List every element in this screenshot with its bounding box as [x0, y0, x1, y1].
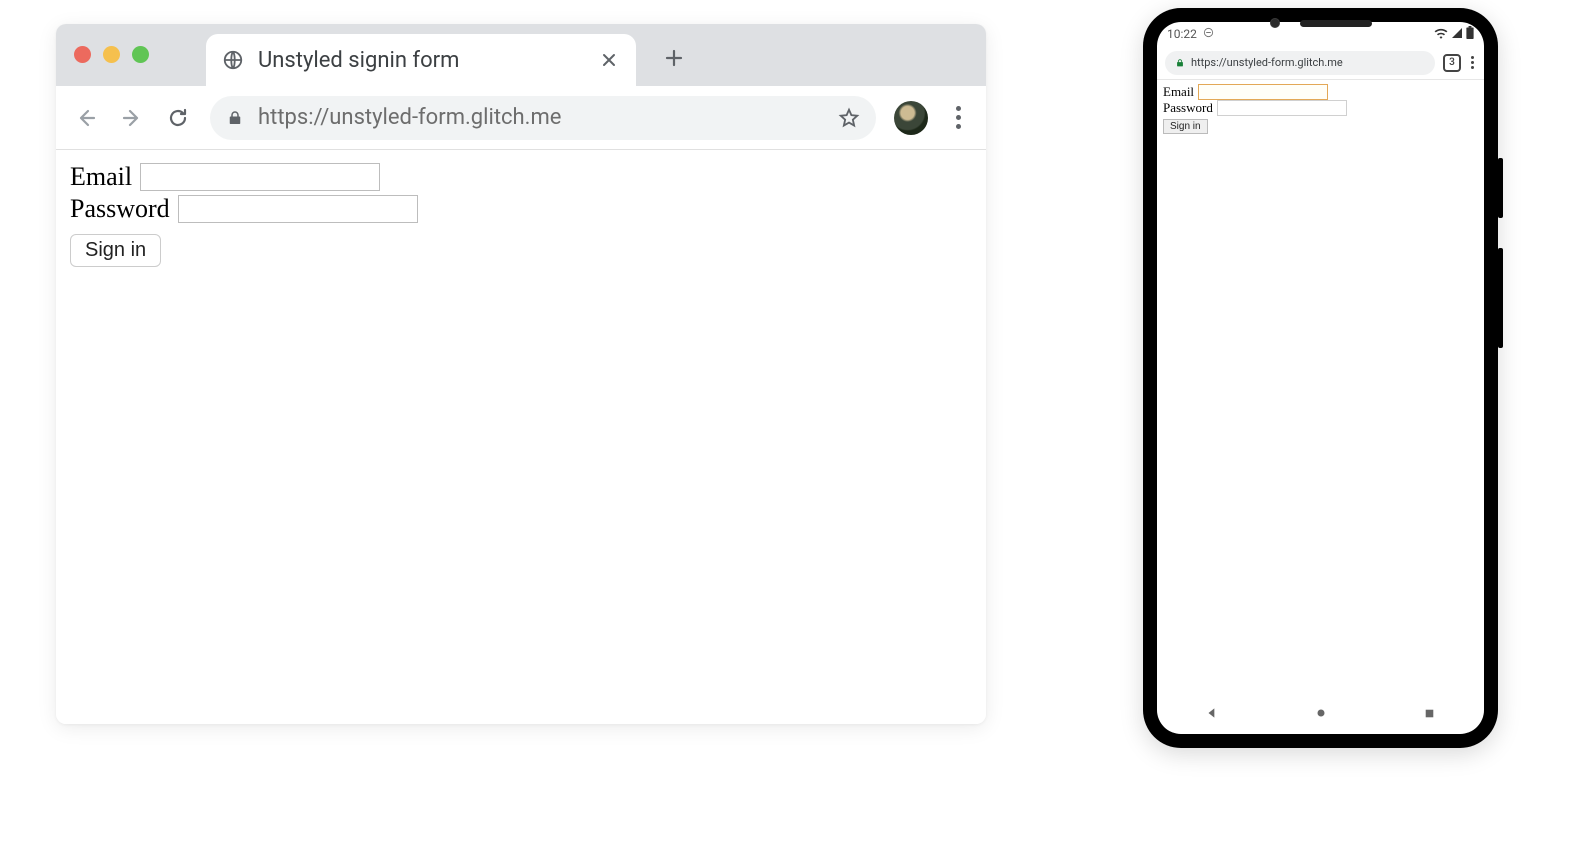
window-fullscreen-button[interactable]: [132, 46, 149, 63]
globe-icon: [222, 49, 244, 71]
window-controls: [74, 46, 149, 63]
status-time: 10:22: [1167, 27, 1197, 41]
battery-icon: [1466, 26, 1474, 42]
password-label: Password: [70, 194, 170, 224]
mobile-email-input[interactable]: [1198, 84, 1328, 100]
android-nav-bar: [1157, 692, 1484, 734]
password-row: Password: [70, 194, 972, 224]
password-input[interactable]: [178, 195, 418, 223]
browser-tab[interactable]: Unstyled signin form: [206, 34, 636, 86]
email-row: Email: [70, 162, 972, 192]
phone-screen: 10:22 ht: [1157, 22, 1484, 734]
window-close-button[interactable]: [74, 46, 91, 63]
address-bar[interactable]: https://unstyled-form.glitch.me: [210, 96, 876, 140]
lock-icon: [226, 109, 244, 127]
browser-toolbar: https://unstyled-form.glitch.me: [56, 86, 986, 150]
signal-icon: [1451, 27, 1463, 42]
volume-button-icon: [1498, 248, 1503, 348]
mobile-password-input[interactable]: [1217, 100, 1347, 116]
front-camera-icon: [1270, 18, 1280, 28]
tab-switcher-button[interactable]: 3: [1443, 54, 1461, 72]
close-tab-button[interactable]: [600, 51, 618, 69]
reload-button[interactable]: [164, 104, 192, 132]
mobile-email-row: Email: [1163, 84, 1478, 100]
power-button-icon: [1498, 158, 1503, 218]
mobile-page-viewport: Email Password Sign in: [1157, 80, 1484, 692]
mobile-url-text: https://unstyled-form.glitch.me: [1191, 56, 1343, 69]
wifi-icon: [1434, 27, 1448, 42]
tab-title: Unstyled signin form: [258, 48, 586, 73]
bookmark-star-icon[interactable]: [838, 107, 860, 129]
forward-button[interactable]: [118, 104, 146, 132]
desktop-browser-window: Unstyled signin form https://unstyled-fo…: [56, 24, 986, 724]
signin-button[interactable]: Sign in: [70, 234, 161, 267]
lock-icon: [1175, 58, 1185, 68]
earpiece-icon: [1300, 20, 1372, 27]
mobile-signin-button[interactable]: Sign in: [1163, 119, 1208, 134]
back-button[interactable]: [72, 104, 100, 132]
do-not-disturb-icon: [1203, 27, 1214, 41]
url-text: https://unstyled-form.glitch.me: [258, 105, 824, 130]
phone-frame: 10:22 ht: [1143, 8, 1498, 748]
new-tab-button[interactable]: [654, 38, 694, 78]
nav-home-button[interactable]: [1314, 706, 1328, 720]
nav-back-button[interactable]: [1205, 706, 1219, 720]
mobile-address-bar[interactable]: https://unstyled-form.glitch.me: [1165, 51, 1435, 75]
email-input[interactable]: [140, 163, 380, 191]
mobile-password-row: Password: [1163, 100, 1478, 116]
email-label: Email: [70, 162, 132, 192]
phone-notch: [1270, 18, 1372, 28]
tab-strip: Unstyled signin form: [56, 24, 986, 86]
nav-recents-button[interactable]: [1423, 707, 1436, 720]
window-minimize-button[interactable]: [103, 46, 120, 63]
profile-avatar[interactable]: [894, 101, 928, 135]
browser-menu-button[interactable]: [946, 106, 970, 129]
mobile-password-label: Password: [1163, 100, 1213, 116]
page-viewport: Email Password Sign in: [56, 150, 986, 724]
mobile-email-label: Email: [1163, 84, 1194, 100]
mobile-menu-button[interactable]: [1469, 56, 1476, 69]
mobile-browser-toolbar: https://unstyled-form.glitch.me 3: [1157, 46, 1484, 80]
